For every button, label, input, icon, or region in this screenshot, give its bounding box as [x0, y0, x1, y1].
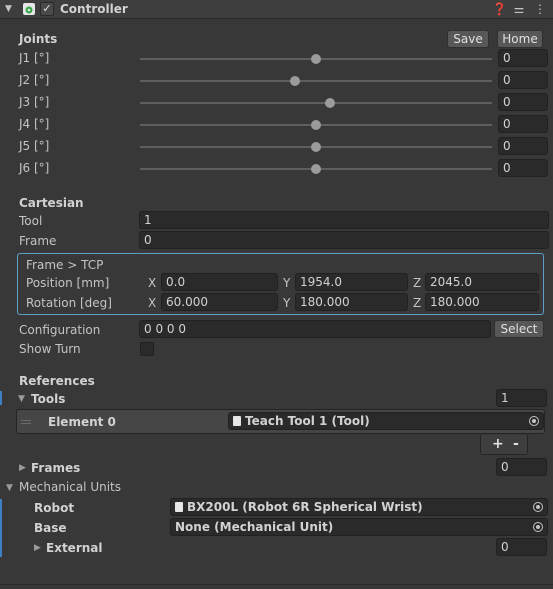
- frames-count-field[interactable]: 0: [496, 458, 547, 476]
- joint-label: J3 [°]: [19, 95, 50, 109]
- joint-slider-track[interactable]: [140, 102, 492, 104]
- joint-slider-thumb[interactable]: [325, 98, 336, 108]
- external-foldout-icon[interactable]: ▶: [34, 543, 41, 553]
- object-picker-icon[interactable]: [533, 522, 543, 532]
- joints-title: Joints: [19, 32, 58, 46]
- help-icon[interactable]: ❓: [492, 2, 507, 16]
- joint-value-field[interactable]: 0: [498, 71, 548, 89]
- frame-field[interactable]: 0: [139, 231, 549, 249]
- frames-foldout-icon[interactable]: ▶: [19, 463, 26, 473]
- robot-label: Robot: [34, 501, 75, 515]
- robot-value: BX200L (Robot 6R Spherical Wrist): [187, 500, 423, 514]
- drag-handle-icon[interactable]: [21, 420, 31, 426]
- frame-label: Frame: [19, 234, 57, 248]
- component-title: Controller: [60, 2, 128, 16]
- tool-field[interactable]: 1: [139, 211, 549, 229]
- robot-object-field[interactable]: BX200L (Robot 6R Spherical Wrist): [170, 498, 548, 516]
- position-x-field[interactable]: 0.0: [161, 273, 278, 291]
- joint-label: J4 [°]: [19, 117, 50, 131]
- mech-units-modified-indicator: [0, 499, 2, 557]
- joint-label: J6 [°]: [19, 161, 50, 175]
- script-component-icon: [23, 3, 35, 15]
- mech-units-label[interactable]: Mechanical Units: [19, 480, 121, 494]
- select-button[interactable]: Select: [494, 320, 544, 338]
- element0-object-field[interactable]: Teach Tool 1 (Tool): [228, 412, 544, 430]
- joint-label: J5 [°]: [19, 139, 50, 153]
- tools-modified-indicator: [0, 391, 2, 405]
- joint-value-field[interactable]: 0: [498, 137, 548, 155]
- collapse-chevron-icon[interactable]: ▼: [5, 4, 12, 14]
- rotation-z-label: Z: [413, 296, 422, 310]
- asset-file-icon: [233, 416, 241, 426]
- tools-count-field[interactable]: 1: [496, 389, 547, 407]
- joint-value-field[interactable]: 0: [498, 159, 548, 177]
- base-value: None (Mechanical Unit): [175, 520, 334, 534]
- mech-units-foldout-icon[interactable]: ▼: [6, 483, 13, 493]
- position-x-label: X: [148, 276, 157, 290]
- joint-slider-thumb[interactable]: [311, 142, 321, 152]
- show-turn-label: Show Turn: [19, 342, 81, 356]
- position-y-label: Y: [283, 276, 291, 290]
- frame-tcp-title: Frame > TCP: [26, 258, 104, 272]
- element0-value: Teach Tool 1 (Tool): [245, 414, 370, 428]
- rotation-x-label: X: [148, 296, 157, 310]
- position-label: Position [mm]: [26, 276, 110, 290]
- object-picker-icon[interactable]: [533, 502, 543, 512]
- inspector-header: ▼ ✓ Controller ❓ ⚌ ⋮: [0, 0, 553, 19]
- configuration-field[interactable]: 0 0 0 0: [139, 320, 491, 338]
- add-element-button[interactable]: +: [492, 436, 504, 452]
- joint-slider-thumb[interactable]: [289, 76, 300, 86]
- joint-label: J1 [°]: [19, 51, 50, 65]
- rotation-y-field[interactable]: 180.000: [295, 293, 408, 311]
- frames-label[interactable]: Frames: [31, 461, 80, 475]
- joint-value-field[interactable]: 0: [498, 115, 548, 133]
- cartesian-title: Cartesian: [19, 196, 84, 210]
- preset-sliders-icon[interactable]: ⚌: [512, 2, 526, 16]
- base-label: Base: [34, 521, 67, 535]
- external-label[interactable]: External: [46, 541, 102, 555]
- list-add-remove-bar: + -: [480, 435, 528, 455]
- joint-slider-thumb[interactable]: [311, 54, 321, 64]
- tools-foldout-icon[interactable]: ▼: [18, 394, 25, 404]
- panel-bottom-divider: [0, 584, 553, 585]
- position-y-field[interactable]: 1954.0: [295, 273, 408, 291]
- joint-value-field[interactable]: 0: [498, 93, 548, 111]
- rotation-x-field[interactable]: 60.000: [161, 293, 278, 311]
- joint-slider-thumb[interactable]: [311, 120, 321, 130]
- remove-element-button[interactable]: -: [513, 436, 519, 452]
- configuration-label: Configuration: [19, 323, 101, 337]
- joint-label: J2 [°]: [19, 73, 50, 87]
- object-picker-icon[interactable]: [529, 416, 539, 426]
- joint-slider-thumb[interactable]: [311, 164, 321, 174]
- base-object-field[interactable]: None (Mechanical Unit): [170, 518, 548, 536]
- show-turn-checkbox[interactable]: [140, 342, 154, 356]
- asset-file-icon: [175, 502, 183, 512]
- rotation-z-field[interactable]: 180.000: [425, 293, 539, 311]
- component-enabled-checkbox[interactable]: ✓: [40, 2, 54, 16]
- external-count-field[interactable]: 0: [496, 538, 547, 556]
- save-button[interactable]: Save: [447, 30, 489, 48]
- rotation-y-label: Y: [283, 296, 291, 310]
- home-button[interactable]: Home: [497, 30, 543, 48]
- tools-label[interactable]: Tools: [31, 392, 65, 406]
- context-menu-icon[interactable]: ⋮: [533, 2, 547, 16]
- rotation-label: Rotation [deg]: [26, 296, 112, 310]
- references-title: References: [19, 374, 95, 388]
- tool-label: Tool: [19, 214, 43, 228]
- element0-label: Element 0: [48, 415, 116, 429]
- position-z-label: Z: [413, 276, 422, 290]
- position-z-field[interactable]: 2045.0: [425, 273, 539, 291]
- joint-value-field[interactable]: 0: [498, 49, 548, 67]
- joint-slider-track[interactable]: [140, 80, 492, 82]
